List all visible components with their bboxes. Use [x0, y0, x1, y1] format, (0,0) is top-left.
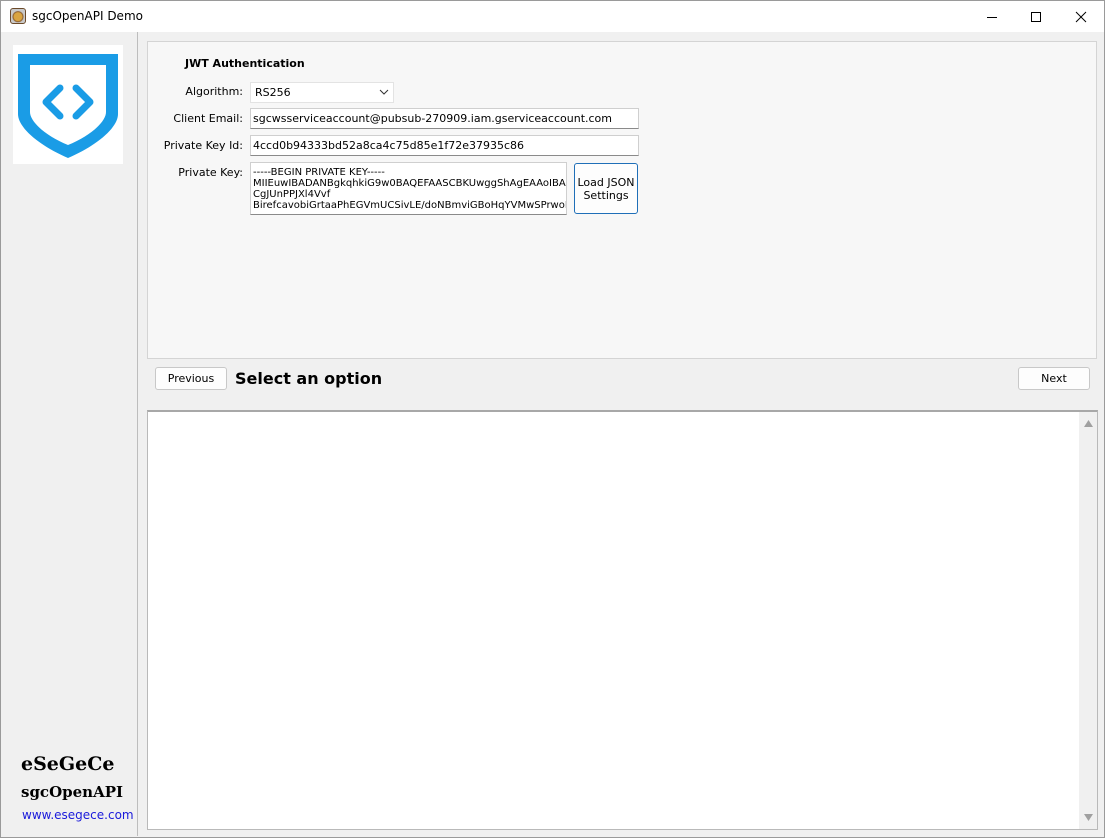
jwt-config-panel: JWT Authentication Algorithm: RS256 Clie… [147, 41, 1097, 359]
step-title: Select an option [235, 369, 383, 388]
window-title: sgcOpenAPI Demo [32, 9, 143, 23]
vertical-scrollbar[interactable] [1079, 412, 1097, 829]
logo [13, 45, 123, 164]
log-memo[interactable] [147, 410, 1098, 830]
close-icon [1075, 11, 1087, 22]
minimize-icon [987, 16, 997, 18]
maximize-button[interactable] [1013, 1, 1059, 32]
load-button-label-line2: Settings [583, 188, 629, 202]
private-key-label: Private Key: [178, 166, 243, 179]
private-key-id-field[interactable]: 4ccd0b94333bd52a8ca4c75d85e1f72e37935c86 [250, 135, 639, 156]
title-bar: sgcOpenAPI Demo [1, 1, 1104, 32]
load-json-settings-button[interactable]: Load JSON Settings [574, 163, 638, 214]
sidebar: eSeGeCe sgcOpenAPI www.esegece.com [2, 32, 138, 836]
private-key-line: -----BEGIN PRIVATE KEY----- [253, 167, 385, 178]
maximize-icon [1031, 11, 1041, 22]
algorithm-value: RS256 [255, 86, 291, 99]
algorithm-select[interactable]: RS256 [250, 82, 394, 103]
previous-button[interactable]: Previous [155, 367, 227, 390]
section-title: JWT Authentication [185, 57, 305, 70]
app-window: sgcOpenAPI Demo eSeGeCe sgcOpenAPI www.e… [0, 0, 1105, 838]
chevron-down-icon [379, 89, 389, 95]
product-name: sgcOpenAPI [21, 783, 124, 801]
scroll-up-icon[interactable] [1084, 420, 1093, 427]
load-button-label-line1: Load JSON [577, 175, 635, 189]
email-label: Client Email: [173, 112, 243, 125]
website-link[interactable]: www.esegece.com [22, 808, 134, 822]
private-key-line: CgJUnPPJXl4Vvf [253, 189, 331, 200]
private-key-line: MIIEuwIBADANBgkqhkiG9w0BAQEFAASCBKUwggSh… [253, 178, 567, 189]
private-key-line: BirefcavobiGrtaaPhEGVmUCSivLE/doNBmviGBo… [253, 200, 567, 211]
scroll-down-icon[interactable] [1084, 814, 1093, 821]
client-email-field[interactable]: sgcwsserviceaccount@pubsub-270909.iam.gs… [250, 108, 639, 129]
company-name: eSeGeCe [21, 753, 115, 775]
algorithm-label: Algorithm: [185, 85, 243, 98]
next-button[interactable]: Next [1018, 367, 1090, 390]
navigation-bar: Previous Select an option Next [147, 359, 1097, 404]
code-brackets-shield-icon [18, 54, 118, 158]
key-id-label: Private Key Id: [163, 139, 243, 152]
close-button[interactable] [1058, 1, 1104, 32]
private-key-textarea[interactable]: -----BEGIN PRIVATE KEY----- MIIEuwIBADAN… [250, 162, 567, 215]
app-icon[interactable] [10, 8, 26, 24]
minimize-button[interactable] [969, 1, 1015, 32]
